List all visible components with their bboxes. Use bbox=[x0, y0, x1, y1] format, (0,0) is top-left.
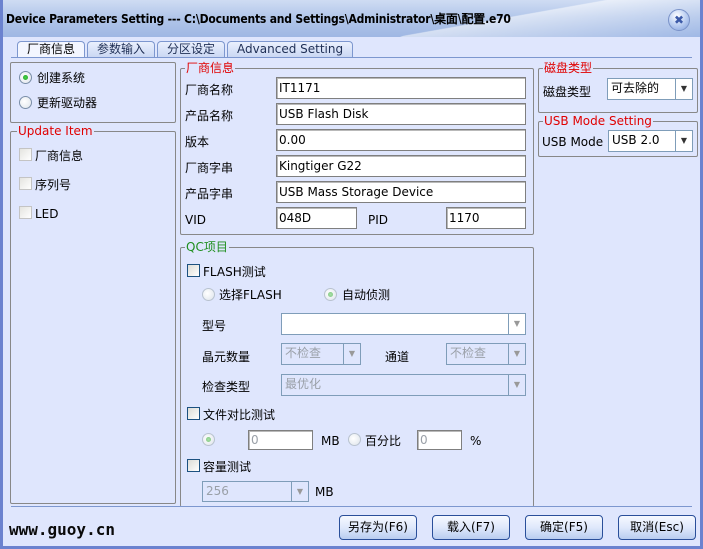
update-led-checkbox[interactable] bbox=[19, 206, 32, 219]
tab-parameter-input[interactable]: 参数输入 bbox=[87, 41, 156, 58]
footer-divider bbox=[11, 506, 692, 507]
check-type-value: 最优化 bbox=[285, 377, 322, 391]
flash-test-label: FLASH测试 bbox=[203, 265, 266, 279]
file-compare-label: 文件对比测试 bbox=[203, 408, 276, 422]
product-name-label: 产品名称 bbox=[185, 109, 234, 123]
create-system-radio[interactable] bbox=[19, 71, 32, 84]
close-button[interactable]: ✖ bbox=[668, 9, 690, 31]
mb-unit-label: MB bbox=[321, 434, 340, 448]
tab-advanced-setting[interactable]: Advanced Setting bbox=[227, 41, 354, 58]
file-compare-checkbox[interactable] bbox=[187, 407, 200, 420]
check-type-select[interactable]: 最优化 ▼ bbox=[281, 374, 526, 396]
product-string-input[interactable]: USB Mass Storage Device bbox=[276, 181, 526, 203]
tab-strip: 厂商信息 参数输入 分区设定 Advanced Setting bbox=[17, 41, 355, 58]
load-button[interactable]: 载入(F7) bbox=[432, 515, 510, 540]
model-label: 型号 bbox=[202, 319, 227, 333]
disk-type-value: 可去除的 bbox=[611, 81, 660, 95]
auto-detect-radio[interactable] bbox=[324, 288, 337, 301]
percent-value-input[interactable]: 0 bbox=[417, 430, 462, 450]
mb-value-input[interactable]: 0 bbox=[248, 430, 313, 450]
percent-unit-label: % bbox=[470, 434, 482, 448]
update-serial-number-label: 序列号 bbox=[35, 178, 72, 192]
update-driver-radio[interactable] bbox=[19, 96, 32, 109]
check-type-label: 检查类型 bbox=[202, 380, 251, 394]
usb-mode-value: USB 2.0 bbox=[612, 133, 660, 147]
usb-mode-select[interactable]: USB 2.0 ▼ bbox=[608, 130, 693, 152]
channel-select[interactable]: 不检查 ▼ bbox=[446, 343, 526, 365]
save-as-button[interactable]: 另存为(F6) bbox=[339, 515, 417, 540]
title-bar[interactable]: Device Parameters Setting --- C:\Documen… bbox=[3, 0, 700, 37]
chevron-down-icon[interactable]: ▼ bbox=[675, 79, 692, 99]
percent-option-label: 百分比 bbox=[365, 434, 402, 448]
vid-label: VID bbox=[185, 213, 206, 227]
version-label: 版本 bbox=[185, 135, 210, 149]
product-string-label: 产品字串 bbox=[185, 187, 234, 201]
capacity-test-checkbox[interactable] bbox=[187, 459, 200, 472]
chevron-down-icon[interactable]: ▼ bbox=[291, 482, 308, 501]
chevron-down-icon[interactable]: ▼ bbox=[508, 344, 525, 364]
ok-button[interactable]: 确定(F5) bbox=[525, 515, 603, 540]
mode-group bbox=[10, 62, 176, 123]
chevron-down-icon[interactable]: ▼ bbox=[508, 314, 525, 334]
disk-type-legend: 磁盘类型 bbox=[543, 61, 594, 75]
chevron-down-icon[interactable]: ▼ bbox=[675, 131, 692, 151]
model-select[interactable]: ▼ bbox=[281, 313, 526, 335]
product-name-input[interactable]: USB Flash Disk bbox=[276, 103, 526, 125]
vendor-name-label: 厂商名称 bbox=[185, 83, 234, 97]
update-driver-label: 更新驱动器 bbox=[37, 96, 98, 110]
create-system-label: 创建系统 bbox=[37, 71, 86, 85]
capacity-value: 256 bbox=[206, 484, 229, 498]
version-input[interactable]: 0.00 bbox=[276, 129, 526, 151]
disk-type-label: 磁盘类型 bbox=[543, 85, 592, 99]
device-parameters-window: Device Parameters Setting --- C:\Documen… bbox=[0, 0, 703, 549]
watermark: www.guoy.cn bbox=[9, 520, 115, 539]
channel-label: 通道 bbox=[385, 350, 410, 364]
update-serial-number-checkbox[interactable] bbox=[19, 177, 32, 190]
usb-mode-label: USB Mode : bbox=[542, 135, 611, 149]
pid-label: PID bbox=[368, 213, 389, 227]
disk-type-select[interactable]: 可去除的 ▼ bbox=[607, 78, 693, 100]
capacity-unit-label: MB bbox=[315, 485, 334, 499]
capacity-select[interactable]: 256 ▼ bbox=[202, 481, 309, 502]
auto-detect-label: 自动侦测 bbox=[342, 288, 391, 302]
vid-input[interactable]: 048D bbox=[276, 207, 357, 229]
flash-test-checkbox[interactable] bbox=[187, 264, 200, 277]
tab-partition-setting[interactable]: 分区设定 bbox=[157, 41, 226, 58]
capacity-test-label: 容量测试 bbox=[203, 460, 252, 474]
channel-value: 不检查 bbox=[450, 346, 487, 360]
cancel-button[interactable]: 取消(Esc) bbox=[618, 515, 696, 540]
die-count-label: 晶元数量 bbox=[202, 350, 251, 364]
update-led-label: LED bbox=[35, 207, 59, 221]
die-count-select[interactable]: 不检查 ▼ bbox=[281, 343, 361, 365]
chevron-down-icon[interactable]: ▼ bbox=[343, 344, 360, 364]
vendor-name-input[interactable]: IT1171 bbox=[276, 77, 526, 99]
die-count-value: 不检查 bbox=[285, 346, 322, 360]
percent-option-radio[interactable] bbox=[348, 433, 361, 446]
window-title: Device Parameters Setting --- C:\Documen… bbox=[6, 12, 511, 26]
select-flash-radio[interactable] bbox=[202, 288, 215, 301]
chevron-down-icon[interactable]: ▼ bbox=[508, 375, 525, 395]
vendor-string-label: 厂商字串 bbox=[185, 161, 234, 175]
usb-mode-legend: USB Mode Setting bbox=[543, 114, 653, 128]
qc-legend: QC项目 bbox=[185, 240, 229, 254]
vendor-info-legend: 厂商信息 bbox=[185, 61, 236, 75]
mb-option-radio[interactable] bbox=[202, 433, 215, 446]
select-flash-label: 选择FLASH bbox=[219, 288, 282, 302]
pid-input[interactable]: 1170 bbox=[446, 207, 526, 229]
vendor-string-input[interactable]: Kingtiger G22 bbox=[276, 155, 526, 177]
tab-vendor-info[interactable]: 厂商信息 bbox=[17, 41, 86, 58]
update-item-legend: Update Item bbox=[17, 124, 94, 138]
update-vendor-info-checkbox[interactable] bbox=[19, 148, 32, 161]
update-vendor-info-label: 厂商信息 bbox=[35, 149, 84, 163]
tab-divider bbox=[11, 57, 692, 58]
close-icon: ✖ bbox=[673, 13, 685, 27]
